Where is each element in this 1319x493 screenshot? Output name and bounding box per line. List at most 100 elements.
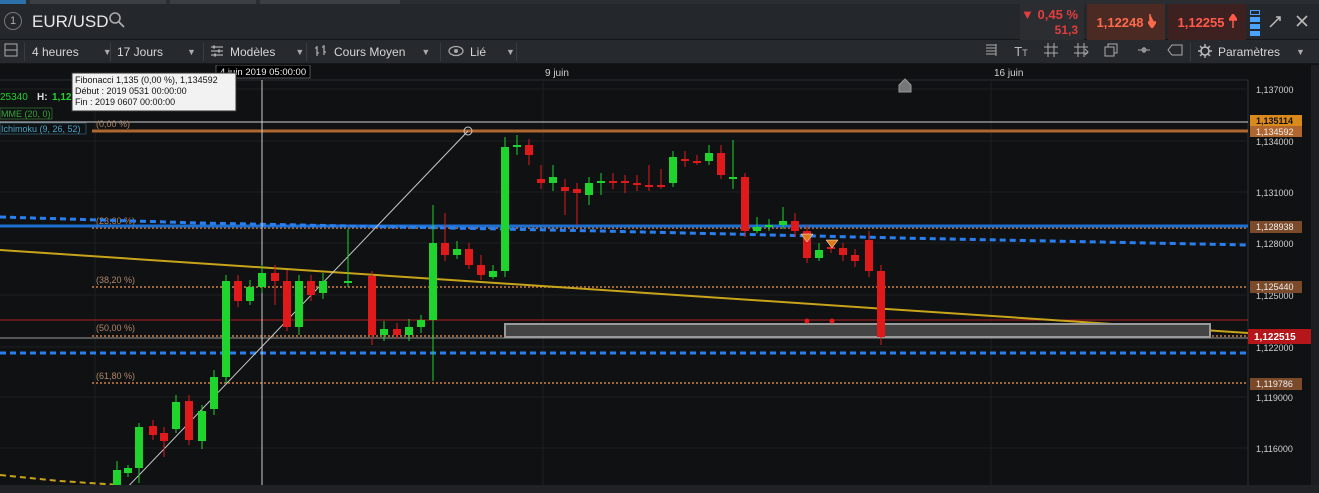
window-number-badge[interactable]: 1 [4,12,22,30]
candle-body[interactable] [621,181,629,183]
zone-rectangle[interactable] [504,323,1211,338]
candle-body[interactable] [441,243,449,255]
candle-body[interactable] [210,377,218,409]
range-select[interactable]: 17 Jours ▼ [117,40,196,64]
candle-body[interactable] [429,243,437,320]
candle-body[interactable] [246,287,254,301]
candle-body[interactable] [222,281,230,377]
candle-body[interactable] [815,250,823,258]
candle-body[interactable] [234,281,242,301]
candle-body[interactable] [295,281,303,327]
indicator-ichimoku[interactable]: Ichimoku (9, 26, 52) [1,124,81,134]
candle-body[interactable] [705,153,713,161]
depth-bars-icon[interactable] [1250,10,1260,36]
candle-body[interactable] [113,470,121,485]
close-icon[interactable] [1293,14,1311,32]
candle-body[interactable] [729,177,737,179]
candle-body[interactable] [669,157,677,183]
candle-body[interactable] [149,426,157,435]
candle-body[interactable] [573,189,581,193]
candle-body[interactable] [198,411,206,441]
candle-body[interactable] [765,225,773,227]
status-bar [0,485,1319,493]
candle-body[interactable] [609,181,617,183]
candle-body[interactable] [417,320,425,327]
candle-body[interactable] [681,159,689,161]
candle-body[interactable] [561,187,569,191]
candle-body[interactable] [319,281,327,293]
candle-body[interactable] [585,183,593,195]
symbol-label[interactable]: EUR/USD [32,12,109,32]
candle-body[interactable] [307,281,315,295]
order-dot[interactable] [804,318,810,324]
bid-price: 1,12248 [1096,14,1144,30]
candle-body[interactable] [779,221,787,225]
candle-body[interactable] [525,145,533,155]
font-icon[interactable]: TT [1012,43,1030,61]
price-type-select[interactable]: Cours Moyen ▼ [314,40,430,64]
candle-body[interactable] [368,276,376,335]
layout-icon[interactable] [2,43,20,61]
candle-body[interactable] [537,179,545,183]
candle-body[interactable] [741,177,749,231]
crosshair-grid-icon[interactable] [1042,43,1060,61]
candle-body[interactable] [865,240,873,271]
candle-body[interactable] [753,227,761,231]
candle-body[interactable] [465,249,473,265]
candle-body[interactable] [877,271,885,337]
candle-body[interactable] [160,433,168,441]
chevron-down-icon: ▼ [1296,47,1305,57]
scale-icon[interactable] [1072,43,1090,61]
candle-body[interactable] [645,185,653,187]
candle-body[interactable] [344,281,352,283]
candle-body[interactable] [851,255,859,261]
price-tag-fib61-text: 1,119786 [1256,379,1293,389]
candle-body[interactable] [477,265,485,275]
copy-icon[interactable] [1102,43,1120,61]
candle-body[interactable] [380,329,388,335]
order-dot[interactable] [829,318,835,324]
candle-body[interactable] [791,221,799,231]
candle-body[interactable] [489,271,497,277]
candle-body[interactable] [597,181,605,183]
popout-icon[interactable] [1266,14,1284,32]
candle-body[interactable] [693,161,701,163]
candle-body[interactable] [717,153,725,175]
candle-body[interactable] [549,177,557,183]
candle-body[interactable] [124,468,132,473]
timeframe-select[interactable]: 4 heures ▼ [32,40,112,64]
ask-price: 1,12255 [1177,14,1225,30]
models-menu[interactable]: Modèles ▼ [210,40,304,64]
price-type-icon [314,44,328,61]
candle-body[interactable] [393,329,401,335]
candle-body[interactable] [513,145,521,147]
eraser-icon[interactable] [1166,43,1184,61]
candle-body[interactable] [827,247,835,249]
candle-body[interactable] [185,401,193,440]
candle-body[interactable] [453,249,461,255]
candle-body[interactable] [172,402,180,429]
candle-body[interactable] [405,327,413,335]
candle-body[interactable] [657,185,665,187]
indicator-ema[interactable]: MME (20, 0) [1,109,51,119]
chart-canvas[interactable]: 9 juin 16 juin 4 juin 2019 05:00:00 (0,0… [0,64,1319,493]
candle-body[interactable] [271,273,279,281]
candle-body[interactable] [633,183,641,185]
y-tick: 1,128000 [1256,239,1294,249]
candle-body[interactable] [135,427,143,468]
pin-icon[interactable] [1135,43,1153,61]
text-size-icon[interactable] [982,43,1000,61]
price-tag-fib38-text: 1,125440 [1256,282,1294,292]
candle-body[interactable] [258,273,266,287]
candle-body[interactable] [283,281,291,327]
candle-body[interactable] [501,147,509,271]
sell-button[interactable]: 1,12248 [1087,4,1165,40]
price-chart[interactable]: 9 juin 16 juin 4 juin 2019 05:00:00 (0,0… [0,64,1319,493]
search-icon[interactable] [108,11,128,31]
candle-body[interactable] [839,248,847,255]
settings-menu[interactable]: Paramètres ▼ [1198,40,1305,64]
tooltip-line-2: Début : 2019 0531 00:00:00 [75,86,187,96]
link-select[interactable]: Lié ▼ [448,40,515,64]
buy-button[interactable]: 1,12255 [1168,4,1246,40]
change-percent: ▼ 0,45 % [1021,7,1078,22]
